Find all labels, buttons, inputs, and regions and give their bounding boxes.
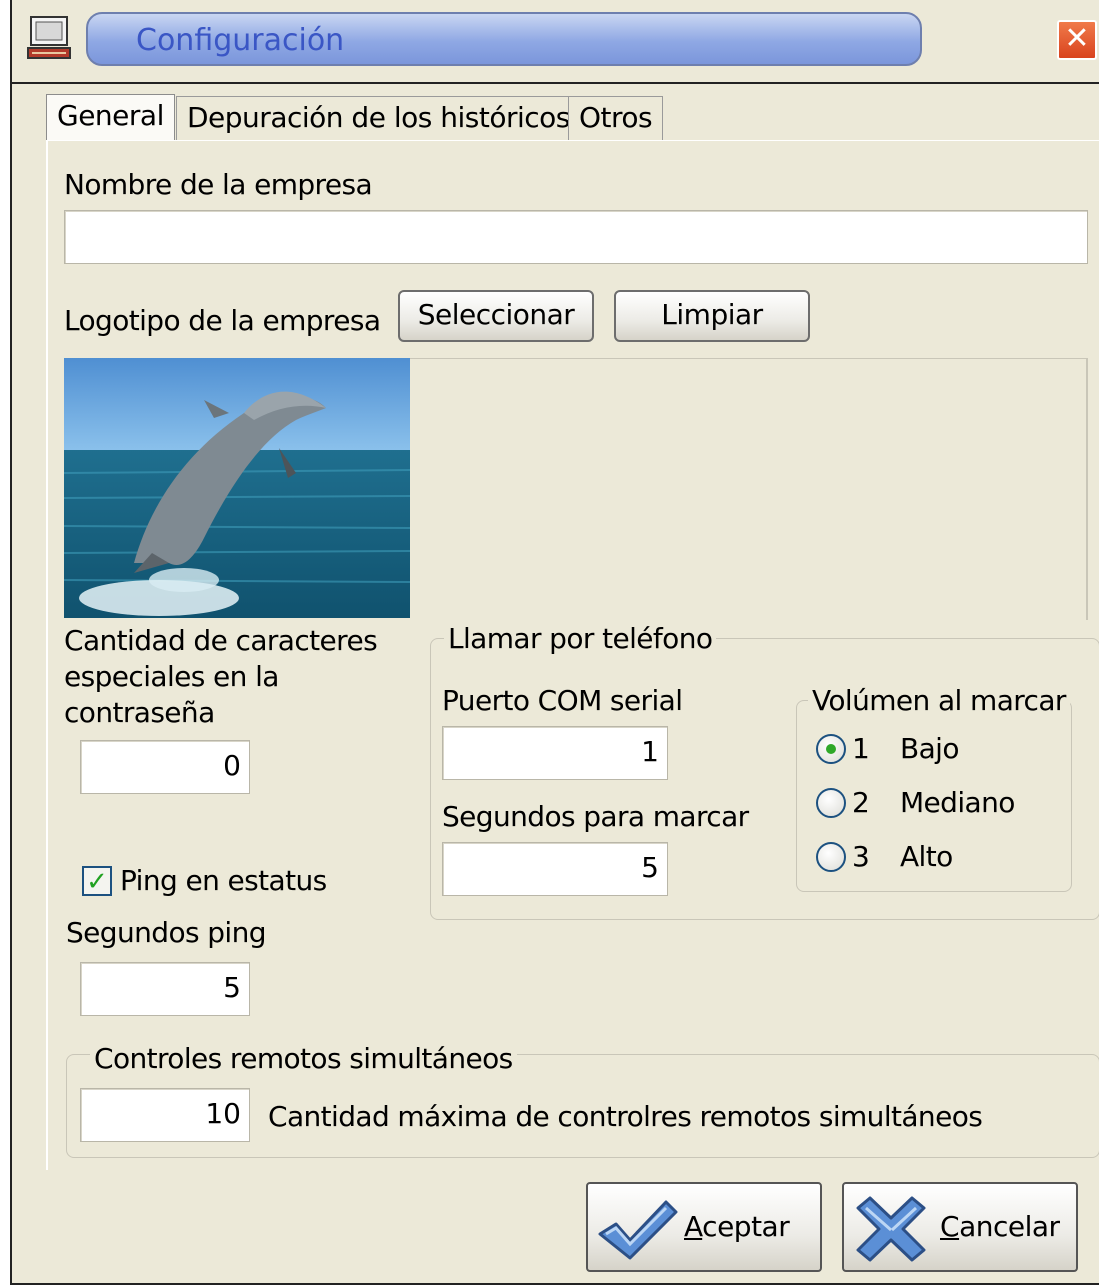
title-bar-pill: Configuración bbox=[86, 12, 922, 66]
com-port-label: Puerto COM serial bbox=[442, 684, 683, 717]
dolphin-logo-image bbox=[64, 358, 410, 618]
dial-volume-group-label: Volúmen al marcar bbox=[808, 684, 1070, 717]
volume-number: 2 bbox=[852, 786, 870, 819]
special-chars-label-line2: especiales en la bbox=[64, 660, 279, 693]
special-chars-label-line1: Cantidad de caracteres bbox=[64, 624, 378, 657]
logo-label: Logotipo de la empresa bbox=[64, 304, 381, 337]
tab-general[interactable]: General bbox=[46, 94, 175, 142]
clear-logo-button[interactable]: Limpiar bbox=[614, 290, 810, 342]
company-name-input[interactable] bbox=[64, 210, 1088, 264]
title-bar[interactable]: Configuración ✕ bbox=[12, 0, 1099, 84]
checkmark-icon bbox=[598, 1200, 678, 1260]
cancel-button[interactable]: Cancelar bbox=[842, 1182, 1078, 1272]
accept-button[interactable]: Aceptar bbox=[586, 1182, 822, 1272]
window-title: Configuración bbox=[136, 23, 345, 58]
accept-button-label: Aceptar bbox=[684, 1210, 790, 1243]
ping-status-label: Ping en estatus bbox=[120, 864, 327, 897]
tab-label: Otros bbox=[579, 101, 653, 134]
remote-controls-input[interactable]: 10 bbox=[80, 1088, 250, 1142]
checkmark-icon: ✓ bbox=[86, 866, 108, 896]
tab-label: Depuración de los históricos bbox=[187, 101, 570, 134]
cancel-mnemonic: C bbox=[940, 1210, 960, 1243]
com-port-input[interactable]: 1 bbox=[442, 726, 668, 780]
accept-label-rest: ceptar bbox=[702, 1210, 790, 1243]
phone-call-group-label: Llamar por teléfono bbox=[444, 622, 717, 655]
tab-depuracion-historicos[interactable]: Depuración de los históricos bbox=[176, 96, 581, 140]
volume-number: 3 bbox=[852, 840, 870, 873]
company-name-label: Nombre de la empresa bbox=[64, 168, 373, 201]
tab-otros[interactable]: Otros bbox=[568, 96, 664, 140]
dial-seconds-label: Segundos para marcar bbox=[442, 800, 749, 833]
close-button[interactable]: ✕ bbox=[1057, 20, 1097, 60]
volume-label-mediano: Mediano bbox=[900, 786, 1015, 819]
configuration-window: Configuración ✕ General Depuración de lo… bbox=[10, 0, 1099, 1285]
accept-mnemonic: A bbox=[684, 1210, 703, 1243]
dial-seconds-input[interactable]: 5 bbox=[442, 842, 668, 896]
ping-seconds-input[interactable]: 5 bbox=[80, 962, 250, 1016]
tab-label: General bbox=[57, 99, 164, 132]
close-icon: ✕ bbox=[1064, 22, 1090, 55]
cancel-x-icon bbox=[856, 1196, 926, 1262]
ping-seconds-label: Segundos ping bbox=[66, 916, 267, 949]
volume-label-alto: Alto bbox=[900, 840, 953, 873]
volume-number: 1 bbox=[852, 732, 870, 765]
remote-controls-description: Cantidad máxima de controlres remotos si… bbox=[268, 1100, 983, 1133]
ping-status-checkbox[interactable]: ✓ bbox=[82, 866, 112, 896]
cancel-label-rest: ancelar bbox=[959, 1210, 1060, 1243]
volume-radio-alto[interactable] bbox=[816, 842, 846, 872]
select-logo-button[interactable]: Seleccionar bbox=[398, 290, 594, 342]
volume-label-bajo: Bajo bbox=[900, 732, 959, 765]
special-chars-label-line3: contraseña bbox=[64, 696, 215, 729]
computer-icon bbox=[27, 16, 71, 59]
special-chars-input[interactable]: 0 bbox=[80, 740, 250, 794]
remote-controls-group-label: Controles remotos simultáneos bbox=[90, 1042, 517, 1075]
volume-radio-mediano[interactable] bbox=[816, 788, 846, 818]
cancel-button-label: Cancelar bbox=[940, 1210, 1060, 1243]
volume-radio-bajo[interactable] bbox=[816, 734, 846, 764]
